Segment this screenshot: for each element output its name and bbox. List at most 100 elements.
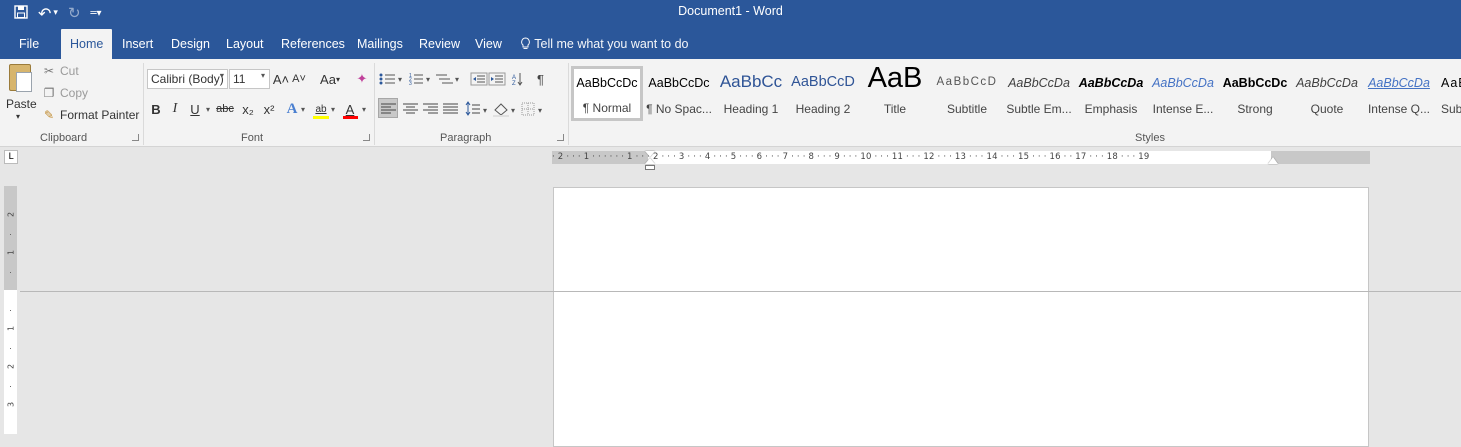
- window-title: Document1 - Word: [678, 4, 783, 18]
- underline-button[interactable]: U: [189, 100, 201, 118]
- chevron-down-icon[interactable]: ▾: [362, 105, 366, 114]
- style-name: Quote: [1310, 102, 1344, 116]
- tab-references[interactable]: References: [281, 37, 345, 51]
- left-indent-handle[interactable]: [645, 165, 655, 170]
- clear-formatting-icon[interactable]: ✦: [354, 70, 370, 88]
- show-formatting-icon[interactable]: ¶: [537, 72, 544, 86]
- paragraph-align-row: ▾ ▾ ▾: [381, 101, 542, 117]
- style-name: Subtitle: [946, 102, 988, 116]
- style-subtle-emphasis[interactable]: AaBbCcDa Subtle Em...: [1003, 66, 1075, 121]
- chevron-down-icon[interactable]: ▾: [220, 71, 224, 80]
- font-name-select[interactable]: Calibri (Body): [147, 69, 228, 89]
- shrink-font-button[interactable]: A˅: [292, 70, 306, 88]
- svg-text:▾: ▾: [483, 106, 487, 115]
- font-group-label: Font: [241, 132, 264, 144]
- sort-icon[interactable]: AZ: [512, 73, 523, 86]
- multilevel-list-icon[interactable]: [436, 74, 453, 84]
- style-strong[interactable]: AaBbCcDc Strong: [1219, 66, 1291, 121]
- text-effects-button[interactable]: A: [285, 100, 299, 118]
- style-quote[interactable]: AaBbCcDa Quote: [1291, 66, 1363, 121]
- bullets-icon[interactable]: [379, 73, 396, 85]
- change-case-button[interactable]: Aa ▾: [317, 70, 343, 88]
- vertical-ruler[interactable]: 2 1 1 2 3: [4, 186, 17, 434]
- style-sample: AaBbCcDc: [576, 76, 638, 90]
- style-name: ¶ No Spac...: [646, 102, 712, 116]
- tab-selector-button[interactable]: L: [4, 150, 18, 164]
- style-name: Heading 2: [795, 102, 851, 116]
- font-launcher-icon[interactable]: [363, 134, 370, 141]
- tab-design[interactable]: Design: [171, 37, 210, 51]
- style-no-spacing[interactable]: AaBbCcDc ¶ No Spac...: [643, 66, 715, 121]
- tab-home[interactable]: Home: [61, 29, 113, 59]
- align-center-icon[interactable]: [403, 103, 418, 114]
- style-sample: AaBbCcD: [791, 74, 855, 90]
- decrease-indent-icon[interactable]: [470, 72, 488, 86]
- horizontal-ruler[interactable]: · 2 · · · 1 · · · · · · 1 · · · 2 · · · …: [552, 151, 1370, 170]
- style-sample: AaBbCc: [719, 72, 783, 91]
- align-left-icon[interactable]: [381, 103, 396, 114]
- chevron-down-icon[interactable]: ▾: [206, 105, 210, 114]
- cut-button[interactable]: ✂ Cut: [42, 64, 79, 78]
- shading-icon[interactable]: [493, 103, 509, 117]
- tab-mailings[interactable]: Mailings: [357, 37, 403, 51]
- clipboard-launcher-icon[interactable]: [132, 134, 139, 141]
- increase-indent-icon[interactable]: [488, 72, 506, 86]
- style-name: Subtle Em...: [1006, 102, 1072, 116]
- chevron-down-icon[interactable]: ▾: [301, 105, 305, 114]
- subscript-button[interactable]: x₂: [240, 100, 256, 118]
- style-intense-emphasis[interactable]: AaBbCcDa Intense E...: [1147, 66, 1219, 121]
- style-intense-quote[interactable]: AaBbCcDa Intense Q...: [1363, 66, 1435, 121]
- tell-me-box[interactable]: Tell me what you want to do: [520, 37, 689, 51]
- italic-button[interactable]: I: [169, 100, 181, 118]
- tab-view[interactable]: View: [475, 37, 502, 51]
- scissors-icon: ✂: [43, 64, 55, 78]
- style-sample: AaBbCcDa: [1296, 76, 1358, 90]
- style-emphasis[interactable]: AaBbCcDa Emphasis: [1075, 66, 1147, 121]
- grow-font-button[interactable]: A˄: [273, 70, 289, 88]
- page-guide-line: [20, 291, 1461, 292]
- style-sample: AaBbCcDc: [648, 76, 710, 90]
- bold-button[interactable]: B: [150, 100, 162, 118]
- justify-icon[interactable]: [443, 103, 458, 114]
- paragraph-group-label: Paragraph: [440, 132, 492, 144]
- tab-layout[interactable]: Layout: [226, 37, 264, 51]
- style-title[interactable]: AaB Title: [859, 62, 931, 121]
- document-page[interactable]: [553, 187, 1369, 447]
- tab-insert[interactable]: Insert: [122, 37, 153, 51]
- style-heading-1[interactable]: AaBbCc Heading 1: [715, 66, 787, 121]
- paragraph-launcher-icon[interactable]: [557, 134, 564, 141]
- first-line-indent-handle[interactable]: [645, 151, 655, 157]
- borders-icon[interactable]: [521, 102, 535, 116]
- align-right-icon[interactable]: [423, 103, 438, 114]
- ruler-tick: [10, 310, 11, 311]
- tab-review[interactable]: Review: [419, 37, 460, 51]
- paste-dropdown-icon[interactable]: ▾: [16, 112, 20, 121]
- chevron-down-icon[interactable]: ▾: [261, 71, 265, 80]
- superscript-button[interactable]: x²: [261, 100, 277, 118]
- style-name: Emphasis: [1084, 102, 1138, 116]
- chevron-down-icon[interactable]: ▾: [331, 105, 335, 114]
- style-heading-2[interactable]: AaBbCcD Heading 2: [787, 66, 859, 121]
- paste-icon[interactable]: [9, 64, 32, 92]
- copy-icon: ❐: [43, 86, 55, 100]
- right-indent-handle[interactable]: [1268, 157, 1278, 164]
- style-name: Sub: [1441, 102, 1461, 116]
- style-name: Strong: [1237, 102, 1273, 116]
- strikethrough-button[interactable]: abc: [215, 100, 235, 118]
- style-sample: AaB: [867, 62, 923, 94]
- font-color-bar: [343, 116, 358, 119]
- tab-file[interactable]: File: [19, 37, 39, 51]
- ruler-tick: [10, 348, 11, 349]
- line-spacing-icon[interactable]: [465, 101, 480, 116]
- style-subtitle[interactable]: AaBbCcD Subtitle: [931, 66, 1003, 121]
- group-separator: [374, 63, 375, 145]
- style-normal[interactable]: AaBbCcDc ¶ Normal: [571, 66, 643, 121]
- hanging-indent-handle[interactable]: [645, 158, 655, 164]
- numbering-icon[interactable]: 123: [409, 73, 423, 86]
- copy-button[interactable]: ❐ Copy: [42, 86, 88, 100]
- style-subtle-reference[interactable]: AaE Sub: [1435, 66, 1461, 121]
- format-painter-button[interactable]: ✎ Format Painter: [42, 108, 139, 122]
- svg-text:▾: ▾: [398, 75, 402, 84]
- paste-button[interactable]: Paste: [6, 97, 37, 111]
- paintbrush-icon: ✎: [43, 108, 55, 122]
